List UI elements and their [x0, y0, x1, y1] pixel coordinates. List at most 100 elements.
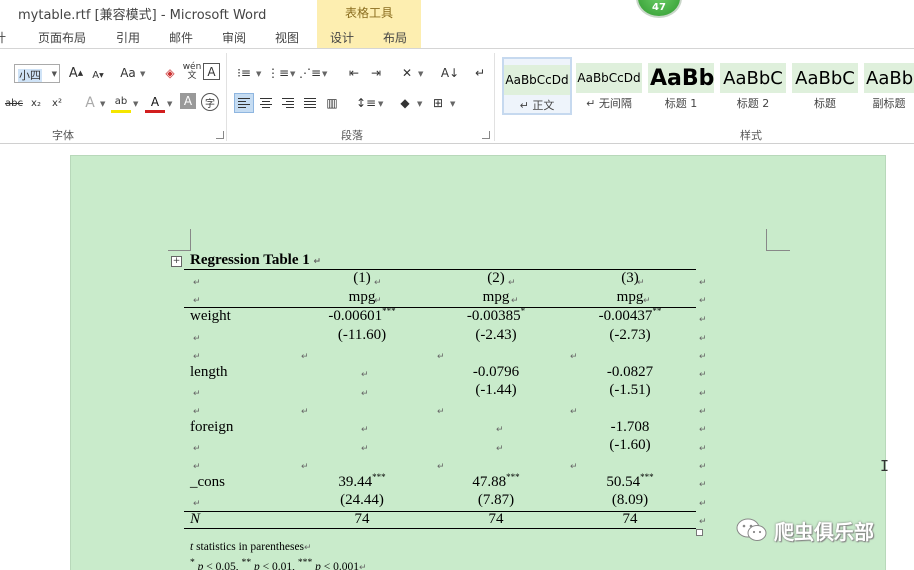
- row-end-mark: ↵: [699, 517, 707, 527]
- style-sample: AaBb: [648, 63, 714, 93]
- cell-end-mark: ↵: [193, 462, 201, 472]
- cell-end-mark: ↵: [193, 499, 201, 509]
- tab-page-layout[interactable]: 页面布局: [38, 29, 86, 46]
- row-end-mark: ↵: [699, 407, 707, 417]
- cell-end-mark: ↵: [193, 389, 201, 399]
- row-end-mark: ↵: [699, 278, 707, 288]
- chevron-down-icon[interactable]: ▼: [322, 70, 327, 78]
- row-end-mark: ↵: [699, 389, 707, 399]
- paragraph-dialog-launcher-icon[interactable]: [482, 131, 490, 139]
- chevron-down-icon[interactable]: ▼: [167, 100, 172, 108]
- style-heading-2[interactable]: AaBbC 标题 2: [720, 57, 786, 115]
- crop-mark: [168, 250, 190, 251]
- cell-end-mark: ↵: [570, 407, 578, 417]
- table-resize-handle[interactable]: [696, 529, 703, 536]
- tab-mailings[interactable]: 邮件: [169, 29, 193, 46]
- font-color-icon[interactable]: A: [145, 93, 165, 113]
- tab-design-partial[interactable]: 计: [0, 29, 6, 46]
- borders-icon[interactable]: ⊞: [428, 93, 448, 113]
- chevron-down-icon[interactable]: ▼: [417, 100, 422, 108]
- tab-table-layout[interactable]: 布局: [383, 29, 407, 46]
- font-size-value: 小四: [18, 69, 42, 82]
- subscript-icon[interactable]: x₂: [26, 93, 46, 113]
- notification-badge[interactable]: 47: [636, 0, 682, 18]
- show-hide-marks-icon[interactable]: ↵: [470, 63, 490, 83]
- table-note-significance: * p < 0.05, ** p < 0.01, *** p < 0.001↵: [190, 557, 367, 570]
- cell-end-mark: ↵: [496, 425, 504, 435]
- cell-end-mark: ↵: [643, 296, 651, 306]
- line-spacing-icon[interactable]: ↕≡: [356, 93, 376, 113]
- ribbon-separator: [226, 53, 227, 141]
- cell-end-mark: ↵: [193, 296, 201, 306]
- tab-references[interactable]: 引用: [116, 29, 140, 46]
- ribbon: 小四 ▼ A ▲ A ▼ Aa ▼ ◈ wén 文 A abc x₂ x² A ▼ a…: [0, 48, 914, 144]
- notification-count: 47: [652, 2, 666, 13]
- chevron-down-icon[interactable]: ▼: [52, 70, 57, 78]
- coefficient-cell: -0.00437**: [598, 306, 662, 325]
- table-note-statistics: t statistics in parentheses↵: [190, 541, 312, 553]
- character-shading-icon[interactable]: A: [180, 93, 196, 109]
- font-size-combo[interactable]: 小四 ▼: [14, 64, 60, 83]
- cell-end-mark: ↵: [301, 462, 309, 472]
- window-title: mytable.rtf [兼容模式] - Microsoft Word: [18, 8, 267, 23]
- table-title: Regression Table 1 ↵: [190, 252, 322, 268]
- increase-indent-icon[interactable]: ⇥: [366, 63, 386, 83]
- dependent-variable: mpg: [348, 289, 376, 305]
- chevron-down-icon[interactable]: ▼: [133, 100, 138, 108]
- character-border-icon[interactable]: A: [203, 63, 220, 80]
- justify-icon[interactable]: [300, 93, 320, 113]
- tab-table-design[interactable]: 设计: [330, 29, 354, 46]
- multilevel-list-icon[interactable]: ⋰≡: [299, 63, 321, 83]
- highlight-color-icon[interactable]: ab: [111, 93, 131, 113]
- chevron-down-icon[interactable]: ▼: [378, 100, 383, 108]
- text-effects-icon[interactable]: A: [80, 93, 100, 113]
- chevron-down-icon[interactable]: ▼: [140, 70, 145, 78]
- distributed-icon[interactable]: ▥: [322, 93, 342, 113]
- align-left-icon[interactable]: [234, 93, 254, 113]
- chevron-down-icon[interactable]: ▼: [418, 70, 423, 78]
- clear-formatting-icon[interactable]: ◈: [160, 63, 180, 83]
- coefficient-cell: 47.88***: [472, 472, 520, 491]
- document-page[interactable]: + Regression Table 1 ↵ (1) (2) (3) mpg m…: [70, 155, 886, 570]
- superscript-icon[interactable]: x²: [47, 93, 67, 113]
- column-number: (1): [353, 270, 371, 286]
- asian-layout-icon[interactable]: ✕: [397, 63, 417, 83]
- bullets-icon[interactable]: ⁝≡: [234, 63, 254, 83]
- phonetic-guide-icon[interactable]: wén 文: [182, 62, 202, 82]
- align-center-icon[interactable]: [256, 93, 276, 113]
- observation-count: 74: [354, 511, 370, 527]
- font-dialog-launcher-icon[interactable]: [216, 131, 224, 139]
- sort-icon[interactable]: A↓: [440, 63, 460, 83]
- style-normal[interactable]: AaBbCcDd ↵ 正文: [502, 57, 572, 115]
- cell-end-mark: ↵: [193, 352, 201, 362]
- wechat-icon: [736, 518, 767, 541]
- strikethrough-icon[interactable]: abc: [4, 93, 24, 113]
- decrease-indent-icon[interactable]: ⇤: [344, 63, 364, 83]
- watermark-text: 爬虫俱乐部: [774, 519, 874, 544]
- shrink-font-icon[interactable]: A ▼: [88, 65, 108, 85]
- tab-view[interactable]: 视图: [275, 29, 299, 46]
- change-case-icon[interactable]: Aa: [116, 63, 140, 83]
- cell-end-mark: ↵: [508, 278, 516, 288]
- style-heading-1[interactable]: AaBb 标题 1: [648, 57, 714, 115]
- row-end-mark: ↵: [699, 425, 707, 435]
- chevron-down-icon[interactable]: ▼: [256, 70, 261, 78]
- grow-font-icon[interactable]: A ▲: [66, 63, 86, 83]
- chevron-down-icon[interactable]: ▼: [100, 100, 105, 108]
- style-sample: AaBbC: [720, 63, 786, 93]
- style-no-spacing[interactable]: AaBbCcDd ↵ 无间隔: [576, 57, 642, 115]
- shading-bucket-icon[interactable]: ◆: [395, 93, 415, 113]
- row-end-mark: ↵: [699, 499, 707, 509]
- observation-count: 74: [622, 511, 638, 527]
- chevron-down-icon[interactable]: ▼: [290, 70, 295, 78]
- table-move-handle-icon[interactable]: +: [171, 256, 182, 267]
- style-title[interactable]: AaBbC 标题: [792, 57, 858, 115]
- chevron-down-icon[interactable]: ▼: [450, 100, 455, 108]
- paragraph-group-label: 段落: [341, 129, 363, 142]
- document-area[interactable]: + Regression Table 1 ↵ (1) (2) (3) mpg m…: [0, 144, 914, 570]
- tab-review[interactable]: 审阅: [222, 29, 246, 46]
- align-right-icon[interactable]: [278, 93, 298, 113]
- style-subtitle[interactable]: AaBb 副标题: [864, 57, 914, 115]
- enclose-characters-icon[interactable]: 字: [201, 93, 219, 111]
- numbering-icon[interactable]: ⋮≡: [267, 63, 289, 83]
